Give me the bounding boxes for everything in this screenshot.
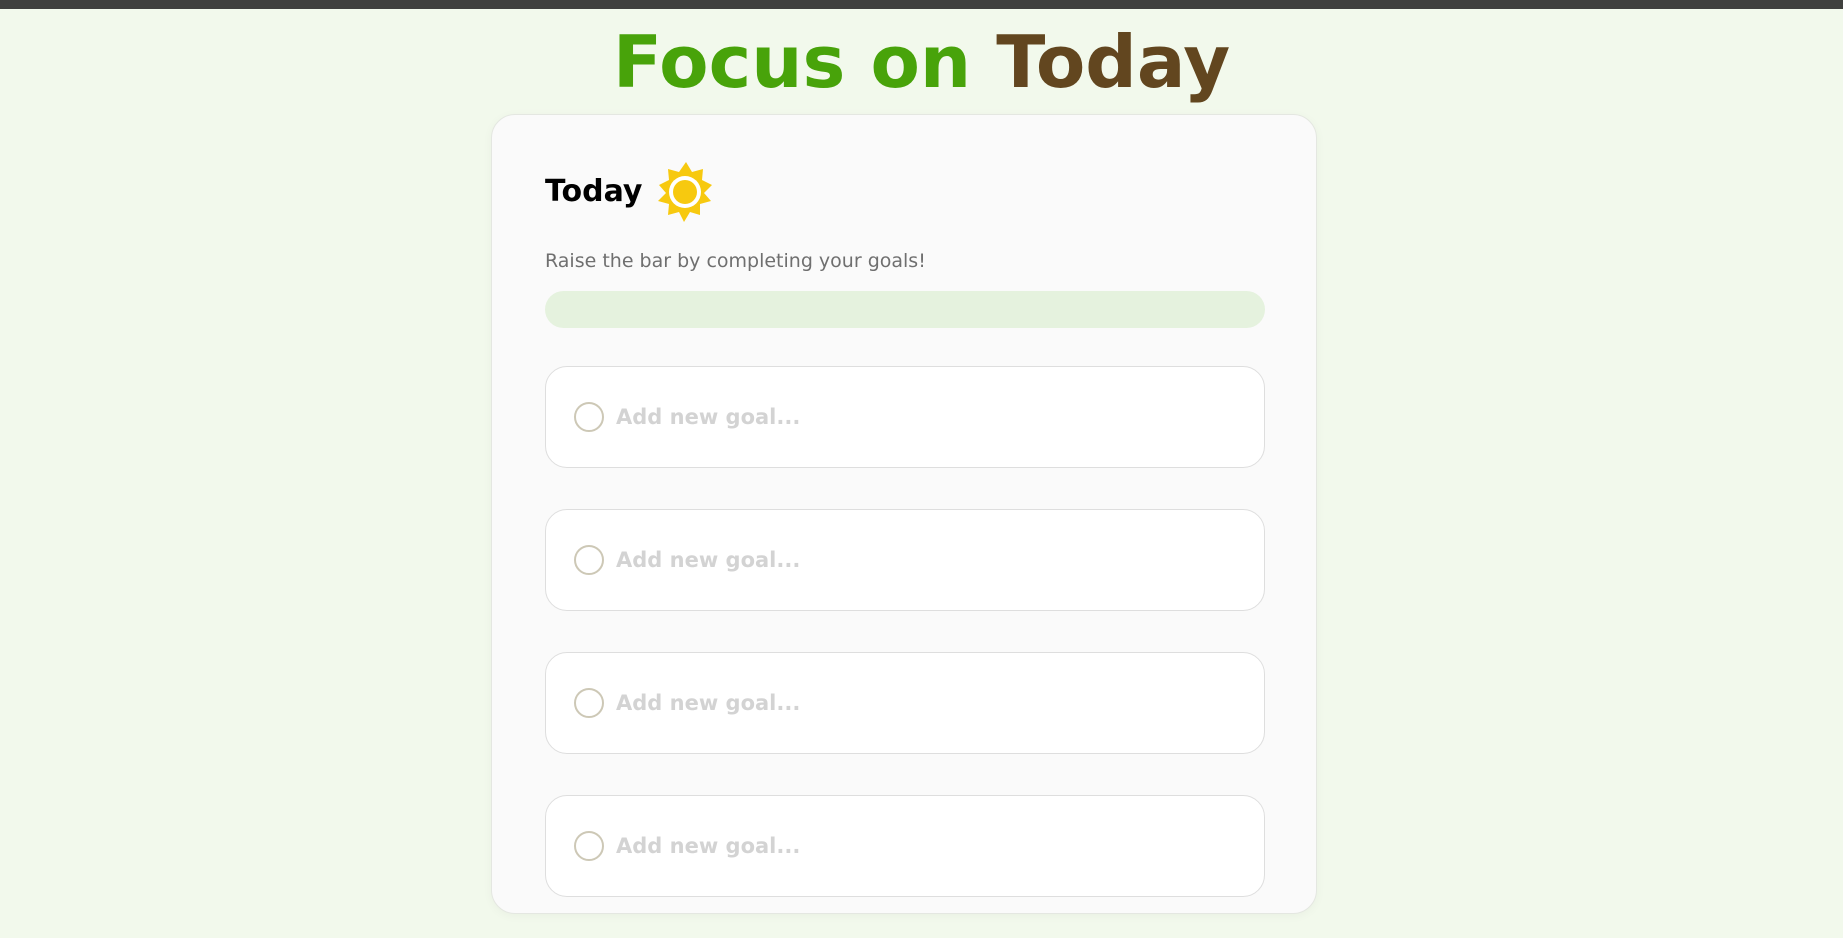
goal-item	[545, 652, 1265, 754]
browser-top-bar	[0, 0, 1843, 9]
goal-item	[545, 509, 1265, 611]
goal-checkbox[interactable]	[574, 831, 604, 861]
goal-checkbox[interactable]	[574, 688, 604, 718]
goal-item	[545, 795, 1265, 897]
sun-core	[673, 180, 698, 204]
goal-input[interactable]	[616, 405, 1236, 429]
goal-input[interactable]	[616, 834, 1236, 858]
app-title-today: Today	[996, 20, 1231, 104]
card-header: Today	[545, 160, 718, 224]
goal-list	[545, 366, 1265, 938]
progress-bar	[545, 291, 1265, 328]
goal-item	[545, 366, 1265, 468]
app-title-focus-on: Focus on	[612, 20, 972, 104]
app-title: Focus on Today	[0, 20, 1843, 104]
goal-checkbox[interactable]	[574, 545, 604, 575]
goal-checkbox[interactable]	[574, 402, 604, 432]
goals-card: Today Raise the bar by completing your g…	[491, 114, 1317, 914]
card-subtitle: Raise the bar by completing your goals!	[545, 250, 926, 272]
sun-icon	[658, 162, 713, 222]
goal-input[interactable]	[616, 691, 1236, 715]
goal-input[interactable]	[616, 548, 1236, 572]
card-title: Today	[545, 174, 643, 209]
